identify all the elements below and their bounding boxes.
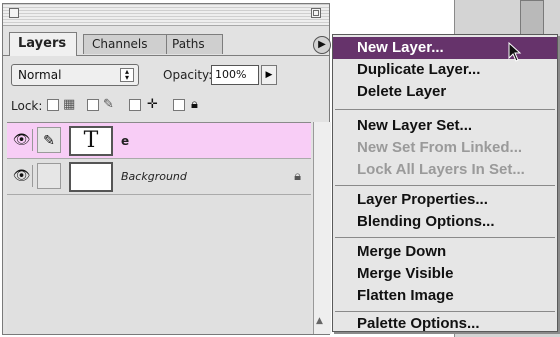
menu-item-merge-visible[interactable]: Merge Visible <box>333 263 557 285</box>
menu-item-delete-layer[interactable]: Delete Layer <box>333 81 557 103</box>
opacity-slider-button[interactable]: ▶ <box>261 65 277 85</box>
layer-name[interactable]: e <box>121 123 129 159</box>
padlock-icon: 🔒︎ <box>191 97 198 112</box>
palette-menu-button[interactable]: ▶ <box>313 36 331 54</box>
paintbrush-icon[interactable]: ✎ <box>37 127 61 153</box>
opacity-input[interactable]: 100% <box>211 65 259 85</box>
menu-item-new-layer[interactable]: New Layer... <box>333 37 557 59</box>
menu-item-duplicate-layer[interactable]: Duplicate Layer... <box>333 59 557 81</box>
eye-icon[interactable]: 👁︎ <box>11 129 33 151</box>
lock-label: Lock: <box>11 99 43 113</box>
menu-separator <box>335 109 555 110</box>
brush-icon: ✎ <box>103 97 114 112</box>
close-box-icon[interactable] <box>9 8 19 18</box>
lock-position-checkbox[interactable] <box>129 99 141 111</box>
layers-list: 👁︎ ✎ T e 👁︎ Background 🔒︎ <box>7 122 311 334</box>
scroll-up-arrow-icon[interactable]: ▲ <box>316 316 323 326</box>
blend-mode-value: Normal <box>18 68 62 82</box>
triangle-right-icon: ▶ <box>265 70 273 80</box>
menu-item-new-layer-set[interactable]: New Layer Set... <box>333 115 557 137</box>
palette-tabs: Paths Channels Layers <box>7 32 331 56</box>
menu-item-blending-options[interactable]: Blending Options... <box>333 211 557 233</box>
triangle-right-icon: ▶ <box>318 39 326 50</box>
tab-layers[interactable]: Layers <box>9 32 77 56</box>
tab-paths[interactable]: Paths <box>163 34 223 54</box>
layers-palette: Paths Channels Layers ▶ Normal ▴ ▾ Opacit… <box>2 3 331 335</box>
menu-item-palette-options[interactable]: Palette Options... <box>333 313 557 335</box>
mouse-pointer-icon <box>508 42 522 62</box>
layer-thumbnail[interactable] <box>69 162 113 192</box>
updown-arrows-icon: ▴ ▾ <box>120 68 134 82</box>
lock-all-checkbox[interactable] <box>173 99 185 111</box>
lock-transparency-checkbox[interactable] <box>47 99 59 111</box>
zoom-box-icon[interactable] <box>311 8 321 18</box>
link-cell[interactable] <box>37 163 61 189</box>
eye-icon[interactable]: 👁︎ <box>11 165 33 187</box>
lock-row: Lock: ▦ ✎ ✛ 🔒︎ <box>11 96 327 116</box>
lock-image-checkbox[interactable] <box>87 99 99 111</box>
layer-row-text[interactable]: 👁︎ ✎ T e <box>7 123 311 159</box>
blend-mode-select[interactable]: Normal ▴ ▾ <box>11 64 139 86</box>
menu-item-merge-down[interactable]: Merge Down <box>333 241 557 263</box>
menu-item-flatten-image[interactable]: Flatten Image <box>333 285 557 307</box>
blend-row: Normal ▴ ▾ Opacity: 100% ▶ <box>11 64 327 88</box>
padlock-icon: 🔒︎ <box>294 169 301 184</box>
tab-channels[interactable]: Channels <box>83 34 167 54</box>
menu-item-layer-properties[interactable]: Layer Properties... <box>333 189 557 211</box>
menu-item-new-set-from-linked[interactable]: New Set From Linked... <box>333 137 557 159</box>
layer-thumbnail[interactable]: T <box>69 126 113 156</box>
layer-name[interactable]: Background <box>121 159 187 195</box>
palette-menu: New Layer... Duplicate Layer... Delete L… <box>332 34 558 332</box>
move-icon: ✛ <box>147 97 158 112</box>
menu-item-lock-all-layers[interactable]: Lock All Layers In Set... <box>333 159 557 181</box>
palette-titlebar[interactable] <box>3 4 329 26</box>
layers-scrollbar[interactable]: ▲ <box>313 122 331 334</box>
menu-separator <box>335 311 555 312</box>
checkerboard-icon: ▦ <box>63 97 76 112</box>
menu-separator <box>335 237 555 238</box>
menu-separator <box>335 185 555 186</box>
opacity-label: Opacity: <box>163 68 213 82</box>
layer-row-background[interactable]: 👁︎ Background 🔒︎ <box>7 159 311 195</box>
